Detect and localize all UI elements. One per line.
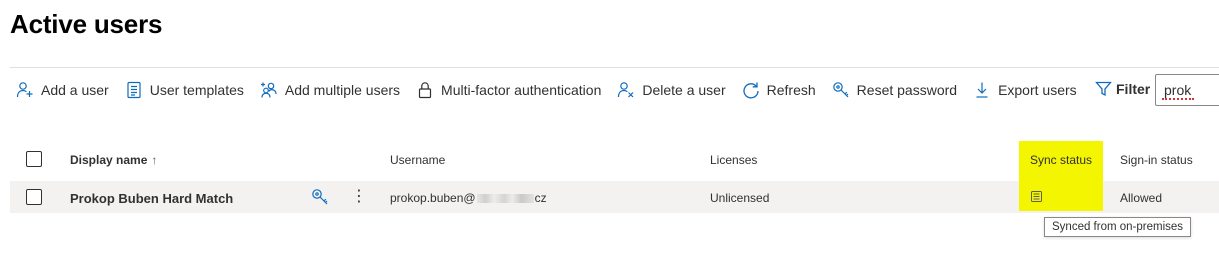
refresh-label: Refresh bbox=[766, 82, 816, 98]
delete-user-label: Delete a user bbox=[642, 82, 726, 98]
delete-user-button[interactable]: Delete a user bbox=[617, 77, 726, 103]
user-display-name[interactable]: Prokop Buben Hard Match bbox=[70, 191, 233, 206]
refresh-button[interactable]: Refresh bbox=[742, 77, 816, 103]
filter-icon bbox=[1095, 81, 1112, 97]
add-multiple-users-label: Add multiple users bbox=[284, 82, 401, 98]
row-checkbox[interactable] bbox=[26, 189, 42, 205]
mfa-button[interactable]: Multi-factor authentication bbox=[416, 77, 601, 103]
export-users-label: Export users bbox=[998, 82, 1077, 98]
delete-person-icon bbox=[618, 82, 634, 98]
spellcheck-underline bbox=[1162, 97, 1194, 100]
sync-status-tooltip: Synced from on-premises bbox=[1044, 217, 1192, 237]
export-users-button[interactable]: Export users bbox=[973, 77, 1077, 103]
add-user-label: Add a user bbox=[41, 82, 109, 98]
search-input[interactable] bbox=[1155, 74, 1219, 106]
reset-password-button[interactable]: Reset password bbox=[832, 77, 957, 103]
user-templates-button[interactable]: User templates bbox=[125, 77, 244, 103]
column-header-username[interactable]: Username bbox=[390, 153, 445, 167]
sort-ascending-icon: ↑ bbox=[151, 153, 158, 167]
filter-button[interactable]: Filter bbox=[1095, 80, 1150, 97]
refresh-icon bbox=[742, 82, 759, 99]
column-header-sync-status[interactable]: Sync status bbox=[1030, 153, 1092, 167]
add-user-button[interactable]: Add a user bbox=[16, 77, 109, 103]
download-icon bbox=[976, 82, 988, 98]
template-icon bbox=[127, 81, 141, 99]
toolbar-divider bbox=[10, 67, 1219, 68]
select-all-checkbox[interactable] bbox=[26, 151, 42, 167]
add-multiple-users-button[interactable]: Add multiple users bbox=[260, 77, 400, 103]
column-header-display-name[interactable]: Display name ↑ bbox=[70, 153, 157, 167]
column-header-signin-status[interactable]: Sign-in status bbox=[1120, 153, 1193, 167]
user-username: prokop.buben@ cz bbox=[390, 191, 547, 205]
username-prefix: prokop.buben@ bbox=[390, 191, 476, 205]
user-licenses: Unlicensed bbox=[710, 191, 770, 205]
username-suffix: cz bbox=[534, 191, 547, 205]
add-group-icon bbox=[260, 82, 277, 98]
column-header-licenses[interactable]: Licenses bbox=[710, 153, 757, 167]
add-person-icon bbox=[16, 82, 33, 98]
reset-password-label: Reset password bbox=[856, 82, 958, 98]
more-options-icon[interactable]: ⋮ bbox=[351, 187, 367, 207]
lock-icon bbox=[418, 82, 432, 99]
directory-sync-icon[interactable] bbox=[1030, 190, 1043, 203]
user-signin-status: Allowed bbox=[1120, 191, 1163, 205]
reset-password-key-icon[interactable] bbox=[311, 188, 329, 206]
display-name-header-label: Display name bbox=[70, 153, 148, 167]
redacted-domain bbox=[476, 194, 534, 204]
user-templates-label: User templates bbox=[149, 82, 244, 98]
page-title: Active users bbox=[10, 9, 163, 39]
filter-label: Filter bbox=[1116, 80, 1151, 97]
command-bar: Add a user User templates Add multiple u… bbox=[16, 77, 1093, 103]
key-icon bbox=[832, 82, 849, 98]
mfa-label: Multi-factor authentication bbox=[441, 82, 602, 98]
